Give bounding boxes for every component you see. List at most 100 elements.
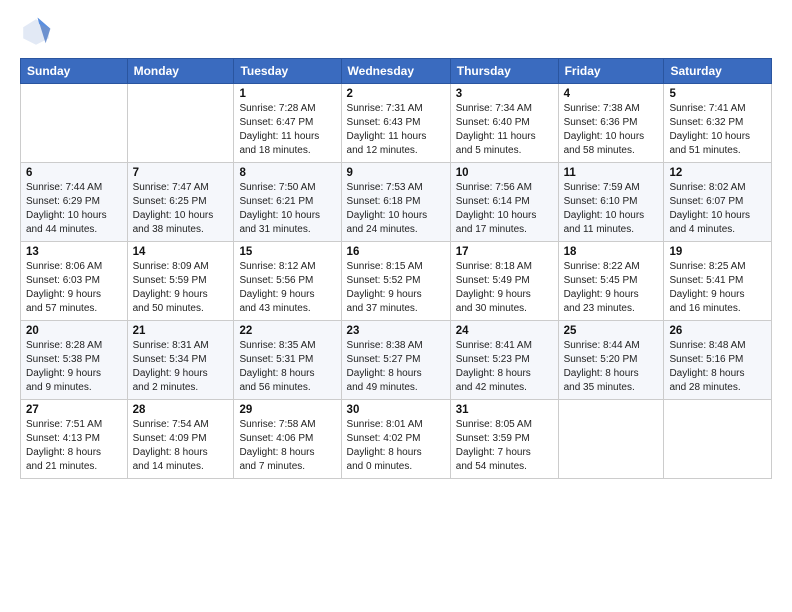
day-info: Sunrise: 8:15 AM Sunset: 5:52 PM Dayligh… xyxy=(347,260,445,316)
day-info: Sunrise: 8:48 AM Sunset: 5:16 PM Dayligh… xyxy=(669,339,766,395)
calendar: SundayMondayTuesdayWednesdayThursdayFrid… xyxy=(20,58,772,479)
calendar-cell: 3Sunrise: 7:34 AM Sunset: 6:40 PM Daylig… xyxy=(450,84,558,163)
day-number: 6 xyxy=(26,167,122,179)
calendar-cell xyxy=(21,84,128,163)
day-number: 23 xyxy=(347,325,445,337)
day-number: 4 xyxy=(564,88,659,100)
calendar-cell: 9 Sunrise: 7:53 AM Sunset: 6:18 PM Daylig… xyxy=(341,163,450,242)
day-info: Sunrise: 8:02 AM Sunset: 6:07 PM Dayligh… xyxy=(669,181,766,237)
day-number: 24 xyxy=(456,325,553,337)
day-header-wednesday: Wednesday xyxy=(341,59,450,84)
day-number: 17 xyxy=(456,246,553,258)
calendar-cell: 29Sunrise: 7:58 AM Sunset: 4:06 PM Dayli… xyxy=(234,400,341,479)
calendar-cell: 24 Sunrise: 8:41 AM Sunset: 5:23 PM Dayli… xyxy=(450,321,558,400)
calendar-cell: 23 Sunrise: 8:38 AM Sunset: 5:27 PM Dayli… xyxy=(341,321,450,400)
day-number: 16 xyxy=(347,246,445,258)
day-header-sunday: Sunday xyxy=(21,59,128,84)
calendar-cell: 4 Sunrise: 7:38 AM Sunset: 6:36 PM Daylig… xyxy=(558,84,664,163)
calendar-cell xyxy=(664,400,772,479)
calendar-cell: 15Sunrise: 8:12 AM Sunset: 5:56 PM Dayli… xyxy=(234,242,341,321)
calendar-header-row: SundayMondayTuesdayWednesdayThursdayFrid… xyxy=(21,59,772,84)
calendar-cell: 2Sunrise: 7:31 AM Sunset: 6:43 PM Daylig… xyxy=(341,84,450,163)
calendar-cell: 1 Sunrise: 7:28 AM Sunset: 6:47 PM Daylig… xyxy=(234,84,341,163)
day-info: Sunrise: 8:12 AM Sunset: 5:56 PM Dayligh… xyxy=(239,260,335,316)
calendar-cell: 22 Sunrise: 8:35 AM Sunset: 5:31 PM Dayli… xyxy=(234,321,341,400)
day-number: 28 xyxy=(133,404,229,416)
calendar-cell: 20 Sunrise: 8:28 AM Sunset: 5:38 PM Dayli… xyxy=(21,321,128,400)
day-number: 29 xyxy=(239,404,335,416)
day-info: Sunrise: 8:01 AM Sunset: 4:02 PM Dayligh… xyxy=(347,418,445,474)
day-info: Sunrise: 7:31 AM Sunset: 6:43 PM Dayligh… xyxy=(347,102,445,158)
day-number: 7 xyxy=(133,167,229,179)
calendar-cell: 31 Sunrise: 8:05 AM Sunset: 3:59 PM Dayli… xyxy=(450,400,558,479)
day-number: 27 xyxy=(26,404,122,416)
calendar-cell: 14 Sunrise: 8:09 AM Sunset: 5:59 PM Dayli… xyxy=(127,242,234,321)
calendar-cell: 25 Sunrise: 8:44 AM Sunset: 5:20 PM Dayli… xyxy=(558,321,664,400)
calendar-cell: 28Sunrise: 7:54 AM Sunset: 4:09 PM Dayli… xyxy=(127,400,234,479)
day-info: Sunrise: 7:41 AM Sunset: 6:32 PM Dayligh… xyxy=(669,102,766,158)
day-number: 21 xyxy=(133,325,229,337)
day-number: 20 xyxy=(26,325,122,337)
day-header-thursday: Thursday xyxy=(450,59,558,84)
calendar-week-4: 20 Sunrise: 8:28 AM Sunset: 5:38 PM Dayli… xyxy=(21,321,772,400)
day-number: 5 xyxy=(669,88,766,100)
calendar-cell: 6 Sunrise: 7:44 AM Sunset: 6:29 PM Daylig… xyxy=(21,163,128,242)
logo xyxy=(20,16,56,48)
day-info: Sunrise: 7:53 AM Sunset: 6:18 PM Dayligh… xyxy=(347,181,445,237)
calendar-cell: 17 Sunrise: 8:18 AM Sunset: 5:49 PM Dayli… xyxy=(450,242,558,321)
calendar-week-3: 13 Sunrise: 8:06 AM Sunset: 6:03 PM Dayli… xyxy=(21,242,772,321)
day-info: Sunrise: 8:41 AM Sunset: 5:23 PM Dayligh… xyxy=(456,339,553,395)
day-number: 19 xyxy=(669,246,766,258)
day-number: 1 xyxy=(239,88,335,100)
day-number: 31 xyxy=(456,404,553,416)
day-info: Sunrise: 8:18 AM Sunset: 5:49 PM Dayligh… xyxy=(456,260,553,316)
day-info: Sunrise: 7:50 AM Sunset: 6:21 PM Dayligh… xyxy=(239,181,335,237)
day-number: 25 xyxy=(564,325,659,337)
day-info: Sunrise: 7:51 AM Sunset: 4:13 PM Dayligh… xyxy=(26,418,122,474)
calendar-cell: 18Sunrise: 8:22 AM Sunset: 5:45 PM Dayli… xyxy=(558,242,664,321)
day-info: Sunrise: 8:09 AM Sunset: 5:59 PM Dayligh… xyxy=(133,260,229,316)
calendar-cell: 30 Sunrise: 8:01 AM Sunset: 4:02 PM Dayli… xyxy=(341,400,450,479)
day-number: 10 xyxy=(456,167,553,179)
calendar-cell: 13 Sunrise: 8:06 AM Sunset: 6:03 PM Dayli… xyxy=(21,242,128,321)
day-header-tuesday: Tuesday xyxy=(234,59,341,84)
calendar-cell: 19 Sunrise: 8:25 AM Sunset: 5:41 PM Dayli… xyxy=(664,242,772,321)
day-header-friday: Friday xyxy=(558,59,664,84)
calendar-cell: 21 Sunrise: 8:31 AM Sunset: 5:34 PM Dayli… xyxy=(127,321,234,400)
logo-icon xyxy=(20,16,52,48)
day-number: 22 xyxy=(239,325,335,337)
calendar-cell: 10 Sunrise: 7:56 AM Sunset: 6:14 PM Dayli… xyxy=(450,163,558,242)
day-number: 13 xyxy=(26,246,122,258)
calendar-cell: 7 Sunrise: 7:47 AM Sunset: 6:25 PM Daylig… xyxy=(127,163,234,242)
calendar-cell: 12 Sunrise: 8:02 AM Sunset: 6:07 PM Dayli… xyxy=(664,163,772,242)
day-info: Sunrise: 7:56 AM Sunset: 6:14 PM Dayligh… xyxy=(456,181,553,237)
page: SundayMondayTuesdayWednesdayThursdayFrid… xyxy=(0,0,792,491)
day-info: Sunrise: 7:47 AM Sunset: 6:25 PM Dayligh… xyxy=(133,181,229,237)
header xyxy=(20,16,772,48)
day-number: 26 xyxy=(669,325,766,337)
day-info: Sunrise: 8:28 AM Sunset: 5:38 PM Dayligh… xyxy=(26,339,122,395)
calendar-cell xyxy=(127,84,234,163)
calendar-week-2: 6 Sunrise: 7:44 AM Sunset: 6:29 PM Daylig… xyxy=(21,163,772,242)
day-number: 12 xyxy=(669,167,766,179)
calendar-cell: 16 Sunrise: 8:15 AM Sunset: 5:52 PM Dayli… xyxy=(341,242,450,321)
calendar-cell: 8Sunrise: 7:50 AM Sunset: 6:21 PM Daylig… xyxy=(234,163,341,242)
day-info: Sunrise: 8:35 AM Sunset: 5:31 PM Dayligh… xyxy=(239,339,335,395)
day-info: Sunrise: 7:28 AM Sunset: 6:47 PM Dayligh… xyxy=(239,102,335,158)
day-info: Sunrise: 7:59 AM Sunset: 6:10 PM Dayligh… xyxy=(564,181,659,237)
day-info: Sunrise: 8:06 AM Sunset: 6:03 PM Dayligh… xyxy=(26,260,122,316)
calendar-cell: 27 Sunrise: 7:51 AM Sunset: 4:13 PM Dayli… xyxy=(21,400,128,479)
day-info: Sunrise: 8:44 AM Sunset: 5:20 PM Dayligh… xyxy=(564,339,659,395)
calendar-cell: 26 Sunrise: 8:48 AM Sunset: 5:16 PM Dayli… xyxy=(664,321,772,400)
day-info: Sunrise: 8:05 AM Sunset: 3:59 PM Dayligh… xyxy=(456,418,553,474)
day-info: Sunrise: 8:25 AM Sunset: 5:41 PM Dayligh… xyxy=(669,260,766,316)
day-info: Sunrise: 8:31 AM Sunset: 5:34 PM Dayligh… xyxy=(133,339,229,395)
day-info: Sunrise: 7:38 AM Sunset: 6:36 PM Dayligh… xyxy=(564,102,659,158)
day-info: Sunrise: 7:34 AM Sunset: 6:40 PM Dayligh… xyxy=(456,102,553,158)
day-info: Sunrise: 8:38 AM Sunset: 5:27 PM Dayligh… xyxy=(347,339,445,395)
day-info: Sunrise: 7:44 AM Sunset: 6:29 PM Dayligh… xyxy=(26,181,122,237)
calendar-cell xyxy=(558,400,664,479)
day-number: 14 xyxy=(133,246,229,258)
day-number: 9 xyxy=(347,167,445,179)
day-number: 30 xyxy=(347,404,445,416)
